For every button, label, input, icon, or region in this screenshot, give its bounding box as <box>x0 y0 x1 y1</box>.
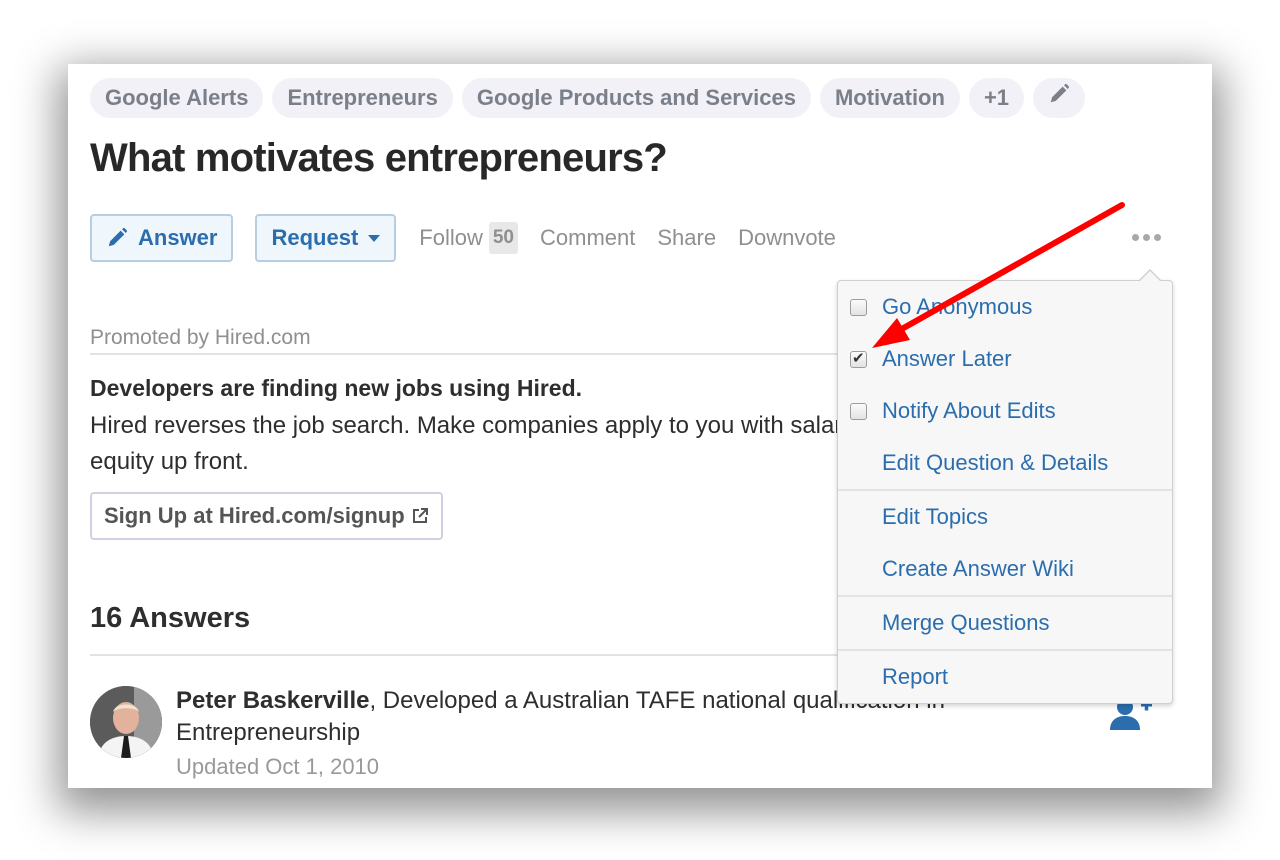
menu-item-notify-about-edits[interactable]: Notify About Edits <box>838 385 1172 437</box>
comment-button[interactable]: Comment <box>540 225 635 251</box>
topic-tag[interactable]: Google Products and Services <box>461 78 811 118</box>
notify-edits-checkbox[interactable] <box>850 402 867 420</box>
promoted-label: Promoted by Hired.com <box>90 326 311 349</box>
answers-count-heading: 16 Answers <box>90 602 251 634</box>
follow-count-badge: 50 <box>488 222 518 254</box>
share-button[interactable]: Share <box>657 225 716 251</box>
external-link-icon <box>411 507 429 525</box>
menu-item-label: Report <box>882 664 949 689</box>
signup-cta-label: Sign Up at Hired.com/signup <box>104 503 405 528</box>
question-title: What motivates entrepreneurs? <box>90 136 668 180</box>
menu-item-answer-later[interactable]: Answer Later <box>838 333 1172 385</box>
pencil-icon <box>1048 78 1070 118</box>
ellipsis-icon <box>1154 234 1161 241</box>
ellipsis-icon <box>1143 234 1150 241</box>
divider <box>90 353 850 355</box>
menu-item-label: Notify About Edits <box>882 398 1056 423</box>
topic-tag[interactable]: Entrepreneurs <box>272 78 453 118</box>
question-options-menu: Go Anonymous Answer Later Notify About E… <box>837 269 1173 704</box>
menu-item-edit-question[interactable]: Edit Question & Details <box>838 437 1172 489</box>
menu-item-create-answer-wiki[interactable]: Create Answer Wiki <box>838 543 1172 595</box>
menu-item-label: Answer Later <box>882 346 1012 371</box>
answer-button-label: Answer <box>138 225 218 250</box>
request-button-label: Request <box>271 225 359 250</box>
menu-item-report[interactable]: Report <box>838 651 1172 703</box>
request-button[interactable]: Request <box>255 214 397 262</box>
avatar[interactable] <box>90 686 162 758</box>
menu-group: Go Anonymous Answer Later Notify About E… <box>838 281 1172 489</box>
menu-item-edit-topics[interactable]: Edit Topics <box>838 491 1172 543</box>
topic-list: Google Alerts Entrepreneurs Google Produ… <box>90 78 1086 118</box>
ellipsis-icon <box>1132 234 1139 241</box>
follow-button[interactable]: Follow 50 <box>419 222 518 254</box>
menu-item-label: Merge Questions <box>882 610 1050 635</box>
edit-topics-button[interactable] <box>1033 78 1086 118</box>
menu-item-go-anonymous[interactable]: Go Anonymous <box>838 281 1172 333</box>
menu-item-label: Create Answer Wiki <box>882 556 1074 581</box>
topic-tag[interactable]: Google Alerts <box>90 78 264 118</box>
downvote-button[interactable]: Downvote <box>738 225 836 251</box>
author-name-link[interactable]: Peter Baskerville <box>176 687 369 714</box>
follow-label: Follow <box>419 225 483 250</box>
menu-item-label: Edit Question & Details <box>882 450 1109 475</box>
menu-item-merge-questions[interactable]: Merge Questions <box>838 597 1172 649</box>
answer-button[interactable]: Answer <box>90 214 234 262</box>
promoted-headline: Developers are finding new jobs using Hi… <box>90 375 583 401</box>
quora-question-page: Google Alerts Entrepreneurs Google Produ… <box>68 64 1212 788</box>
user-plus-icon <box>1108 699 1154 736</box>
question-action-bar: Answer Request Follow 50 Comment Share D… <box>90 214 836 262</box>
answer-later-checkbox[interactable] <box>850 349 867 368</box>
menu-item-label: Go Anonymous <box>882 294 1033 319</box>
menu-group: Edit Topics Create Answer Wiki <box>838 489 1172 595</box>
go-anonymous-checkbox[interactable] <box>850 298 867 316</box>
pencil-icon <box>106 227 128 249</box>
menu-group: Report <box>838 649 1172 703</box>
menu-group: Merge Questions <box>838 595 1172 649</box>
signup-cta-button[interactable]: Sign Up at Hired.com/signup <box>90 492 443 540</box>
menu-item-label: Edit Topics <box>882 504 988 529</box>
more-topics-button[interactable]: +1 <box>968 78 1025 118</box>
promoted-body: Hired reverses the job search. Make comp… <box>90 412 902 475</box>
caret-down-icon <box>368 234 381 242</box>
answer-updated-date[interactable]: Updated Oct 1, 2010 <box>176 754 379 780</box>
topic-tag[interactable]: Motivation <box>819 78 960 118</box>
more-options-button[interactable] <box>1132 234 1161 241</box>
